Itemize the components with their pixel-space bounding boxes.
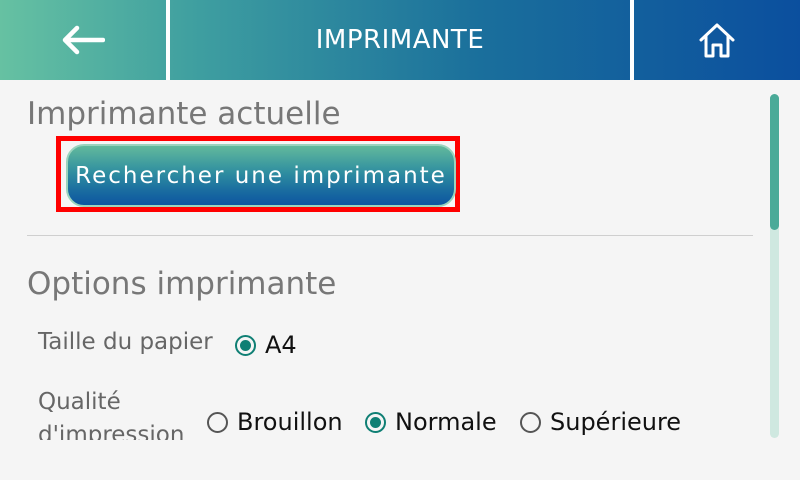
radio-label: Brouillon — [237, 408, 343, 436]
radio-quality-normal[interactable]: Normale — [365, 408, 497, 436]
home-icon — [699, 23, 735, 58]
home-button[interactable] — [634, 0, 800, 80]
printer-options-heading: Options imprimante — [27, 266, 337, 302]
print-quality-label-line1: Qualité — [38, 389, 121, 415]
radio-label: Normale — [395, 408, 497, 436]
radio-quality-draft[interactable]: Brouillon — [207, 408, 343, 436]
radio-paper-a4[interactable]: A4 — [235, 331, 297, 359]
radio-checked-icon — [365, 411, 386, 433]
search-printer-button[interactable]: Rechercher une imprimante — [66, 144, 456, 207]
back-button[interactable] — [0, 0, 166, 80]
paper-size-label: Taille du papier — [38, 329, 213, 355]
scrollbar-thumb[interactable] — [770, 94, 779, 230]
print-quality-label: Qualité d'impression — [38, 386, 184, 440]
section-divider — [27, 235, 753, 236]
scrollbar[interactable] — [770, 94, 779, 438]
current-printer-heading: Imprimante actuelle — [27, 96, 341, 132]
page-title: IMPRIMANTE — [315, 25, 485, 55]
settings-content[interactable]: Imprimante actuelle Options imprimante T… — [0, 80, 800, 440]
print-quality-label-line2: d'impression — [38, 422, 185, 440]
radio-quality-superior[interactable]: Supérieure — [520, 408, 681, 436]
radio-unchecked-icon — [520, 411, 541, 433]
radio-label: Supérieure — [550, 408, 682, 436]
app-header: IMPRIMANTE — [0, 0, 800, 80]
arrow-left-icon — [62, 25, 105, 55]
radio-checked-icon — [235, 334, 256, 356]
radio-label: A4 — [265, 331, 297, 359]
radio-unchecked-icon — [207, 411, 228, 433]
